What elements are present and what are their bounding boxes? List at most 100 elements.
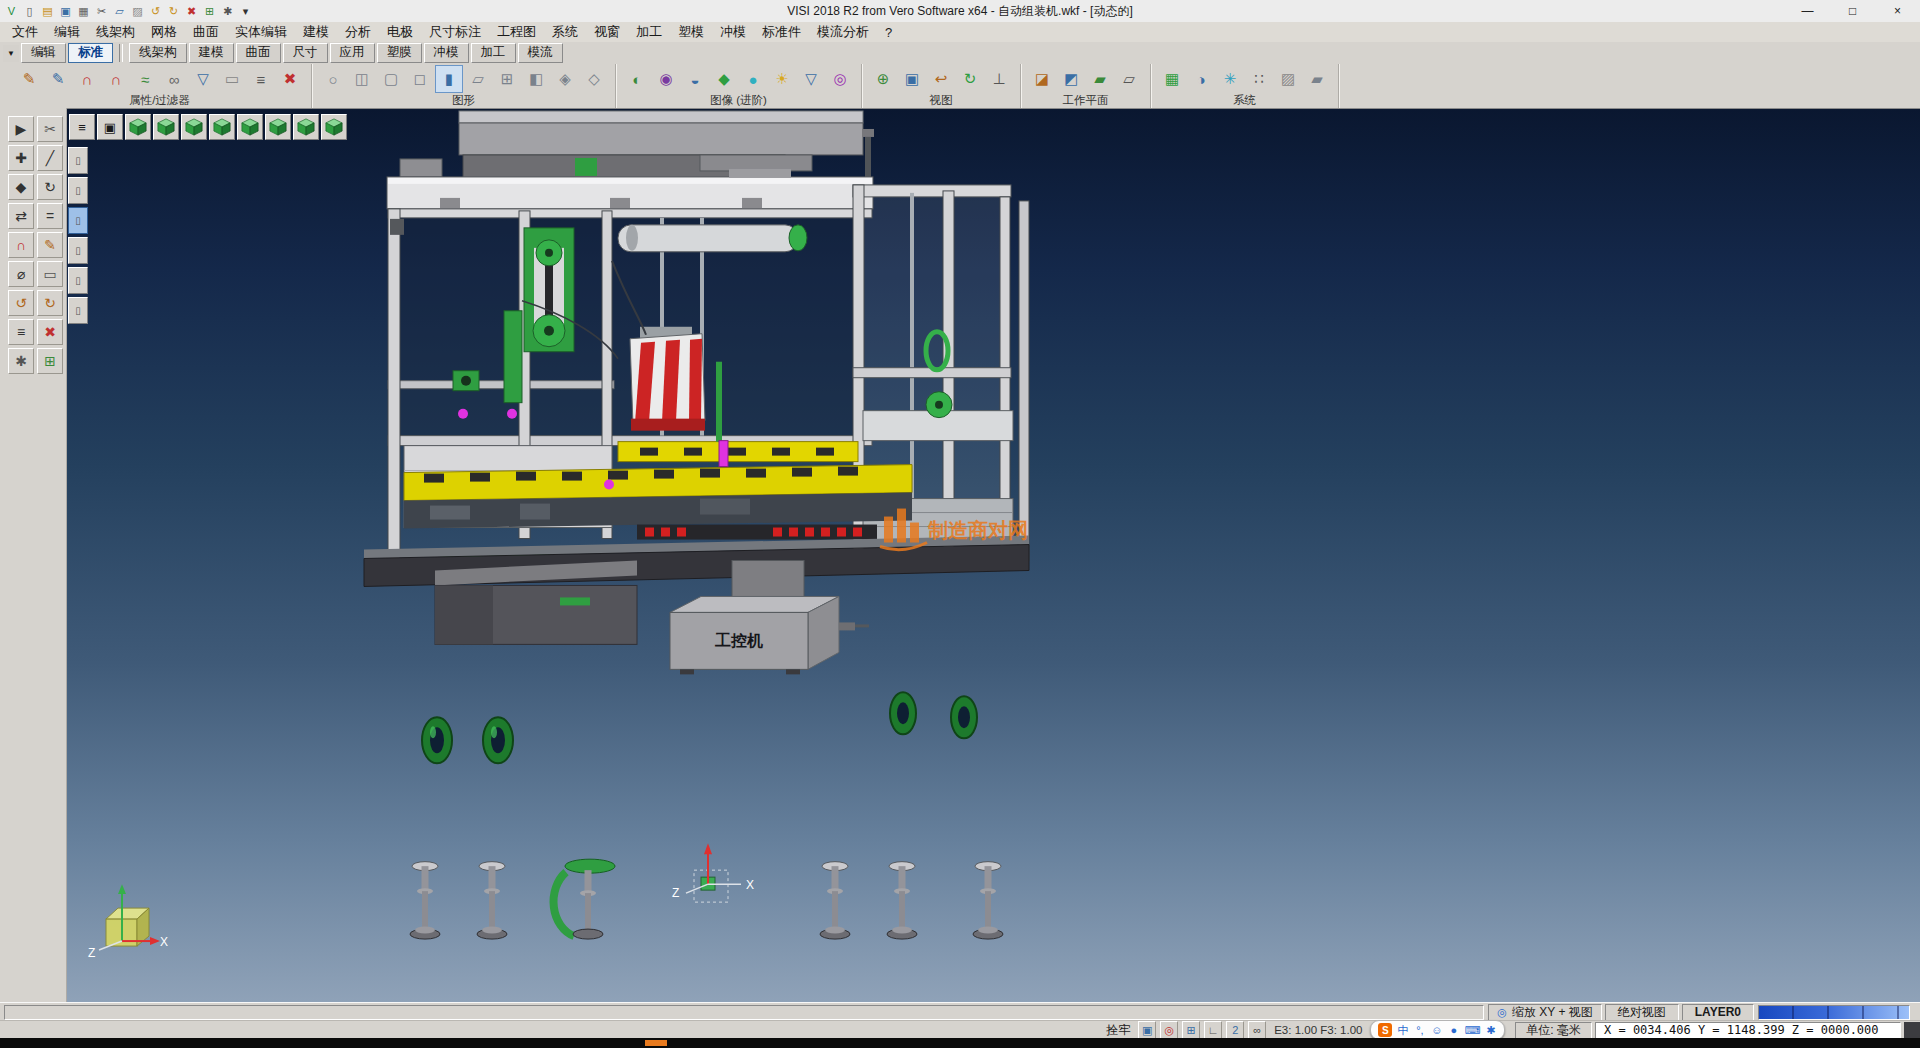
shaded-view-icon[interactable]: ◫ bbox=[348, 65, 376, 93]
globe-icon[interactable]: ◑ bbox=[1187, 65, 1215, 93]
display-filter-3[interactable]: ▯ bbox=[68, 207, 88, 234]
context-tab[interactable]: 线架构 bbox=[129, 43, 187, 63]
iso-view-button-2[interactable] bbox=[153, 114, 179, 140]
hidden-line-icon[interactable]: ▢ bbox=[377, 65, 405, 93]
lock-toggle[interactable]: 拴牢 bbox=[1098, 1022, 1138, 1039]
ortho-icon[interactable]: ∟ bbox=[1204, 1021, 1222, 1039]
workplane-xy-icon[interactable]: ◪ bbox=[1028, 65, 1056, 93]
ime-punctuation[interactable]: °, bbox=[1413, 1023, 1426, 1037]
iso-view-button-7[interactable] bbox=[293, 114, 319, 140]
tab-dropdown-button[interactable]: ▼ bbox=[3, 45, 19, 62]
display-filter-6[interactable]: ▯ bbox=[68, 297, 88, 324]
reset-filter-icon[interactable]: ✖ bbox=[276, 65, 304, 93]
select-arrow-icon[interactable]: ▶ bbox=[8, 116, 34, 142]
grid-toggle-icon[interactable]: ⊞ bbox=[37, 348, 63, 374]
menu-item[interactable]: 工程图 bbox=[489, 21, 544, 43]
menu-item[interactable]: 文件 bbox=[4, 21, 46, 43]
undo-icon[interactable]: ↺ bbox=[8, 290, 34, 316]
context-tab[interactable]: 尺寸 bbox=[283, 43, 328, 63]
view-window-button[interactable]: ▣ bbox=[97, 114, 123, 140]
rotate-view-icon[interactable]: ↻ bbox=[956, 65, 984, 93]
options-icon[interactable]: ✱ bbox=[8, 348, 34, 374]
ime-emoji-picker[interactable]: ☺ bbox=[1430, 1023, 1443, 1037]
context-tab[interactable]: 冲模 bbox=[424, 43, 469, 63]
close-button[interactable]: × bbox=[1875, 1, 1920, 22]
viewport-3d[interactable]: 工控机 bbox=[67, 108, 1920, 1002]
magnet-icon[interactable]: ∩ bbox=[8, 232, 34, 258]
clip-plane-icon[interactable]: ▽ bbox=[797, 65, 825, 93]
box-view-icon[interactable]: ◻ bbox=[406, 65, 434, 93]
zoom-all-icon[interactable]: ⊕ bbox=[869, 65, 897, 93]
magnet-select-icon[interactable]: ∩ bbox=[102, 65, 130, 93]
visi-logo[interactable]: V bbox=[3, 3, 20, 20]
delete-icon[interactable]: ✖ bbox=[37, 319, 63, 345]
maximize-button[interactable]: □ bbox=[1830, 1, 1875, 22]
menu-item[interactable]: 视窗 bbox=[586, 21, 628, 43]
iso-view-button-1[interactable] bbox=[125, 114, 151, 140]
rotate-icon[interactable]: ↻ bbox=[37, 174, 63, 200]
color-table-icon[interactable]: ▦ bbox=[1158, 65, 1186, 93]
iso-view-button-6[interactable] bbox=[265, 114, 291, 140]
line-create-icon[interactable]: ╱ bbox=[37, 145, 63, 171]
link-elements-icon[interactable]: ∞ bbox=[160, 65, 188, 93]
active-layer-indicator[interactable]: LAYER0 bbox=[1682, 1004, 1754, 1021]
mirror-icon[interactable]: ⇄ bbox=[8, 203, 34, 229]
wireframe-view-icon[interactable]: ○ bbox=[319, 65, 347, 93]
context-tab[interactable]: 应用 bbox=[330, 43, 375, 63]
save-file-icon[interactable]: ▣ bbox=[57, 3, 74, 20]
display-list-button[interactable]: ≡ bbox=[69, 114, 95, 140]
context-tab[interactable]: 加工 bbox=[471, 43, 516, 63]
ime-voice-input[interactable]: ● bbox=[1447, 1023, 1460, 1037]
match-properties-icon[interactable]: ≈ bbox=[131, 65, 159, 93]
context-tab[interactable]: 曲面 bbox=[236, 43, 281, 63]
menu-item[interactable]: 塑模 bbox=[670, 21, 712, 43]
preview-glasses-icon[interactable]: ∞ bbox=[1248, 1021, 1266, 1039]
layer-2-icon[interactable]: 2 bbox=[1226, 1021, 1244, 1039]
menu-item[interactable]: 建模 bbox=[295, 21, 337, 43]
cut-icon[interactable]: ✂ bbox=[93, 3, 110, 20]
sogou-logo[interactable]: S bbox=[1378, 1023, 1392, 1037]
menu-item[interactable]: 实体编辑 bbox=[227, 21, 295, 43]
material-icon[interactable]: ◆ bbox=[710, 65, 738, 93]
edit-attributes-icon[interactable]: ✎ bbox=[15, 65, 43, 93]
render-settings-icon[interactable]: ◐ bbox=[623, 65, 651, 93]
outline-view-icon[interactable]: ◇ bbox=[580, 65, 608, 93]
taskbar-app-indicator[interactable] bbox=[645, 1040, 667, 1046]
iso-view-button-4[interactable] bbox=[209, 114, 235, 140]
menu-item[interactable]: 模流分析 bbox=[809, 21, 877, 43]
ime-toolbox[interactable]: ✱ bbox=[1484, 1023, 1497, 1037]
offset-icon[interactable]: = bbox=[37, 203, 63, 229]
open-file-icon[interactable]: ▤ bbox=[39, 3, 56, 20]
workplane-view-icon[interactable]: ▱ bbox=[1115, 65, 1143, 93]
redo-icon[interactable]: ↻ bbox=[37, 290, 63, 316]
iso-view-button-3[interactable] bbox=[181, 114, 207, 140]
mesh-view-icon[interactable]: ⊞ bbox=[493, 65, 521, 93]
zoom-window-icon[interactable]: ▣ bbox=[898, 65, 926, 93]
menu-item[interactable]: 标准件 bbox=[754, 21, 809, 43]
env-light-icon[interactable]: ● bbox=[739, 65, 767, 93]
menu-item[interactable]: 编辑 bbox=[46, 21, 88, 43]
new-file-icon[interactable]: ▯ bbox=[21, 3, 38, 20]
options-icon[interactable]: ✱ bbox=[219, 3, 236, 20]
magnet-filter-icon[interactable]: ∩ bbox=[73, 65, 101, 93]
transparent-view-icon[interactable]: ▱ bbox=[464, 65, 492, 93]
snowflake-icon[interactable]: ✳ bbox=[1216, 65, 1244, 93]
menu-item[interactable]: 网格 bbox=[143, 21, 185, 43]
layer-filter-icon[interactable]: ≡ bbox=[247, 65, 275, 93]
workplane-3pt-icon[interactable]: ▰ bbox=[1086, 65, 1114, 93]
ime-lang-chinese[interactable]: 中 bbox=[1396, 1023, 1409, 1037]
print-icon[interactable]: ▦ bbox=[75, 3, 92, 20]
copy-icon[interactable]: ▱ bbox=[111, 3, 128, 20]
delete-icon[interactable]: ✖ bbox=[183, 3, 200, 20]
menu-item[interactable]: 尺寸标注 bbox=[421, 21, 489, 43]
iso-view-button-5[interactable] bbox=[237, 114, 263, 140]
display-filter-1[interactable]: ▯ bbox=[68, 147, 88, 174]
undo-icon[interactable]: ↺ bbox=[147, 3, 164, 20]
erase-elements-icon[interactable]: ▭ bbox=[218, 65, 246, 93]
dot-grid-icon[interactable]: ∷ bbox=[1245, 65, 1273, 93]
grid-icon[interactable]: ⊞ bbox=[201, 3, 218, 20]
menu-item[interactable]: 线架构 bbox=[88, 21, 143, 43]
point-create-icon[interactable]: ✚ bbox=[8, 145, 34, 171]
menu-item[interactable]: 系统 bbox=[544, 21, 586, 43]
autosave-icon[interactable]: ▣ bbox=[1138, 1021, 1156, 1039]
